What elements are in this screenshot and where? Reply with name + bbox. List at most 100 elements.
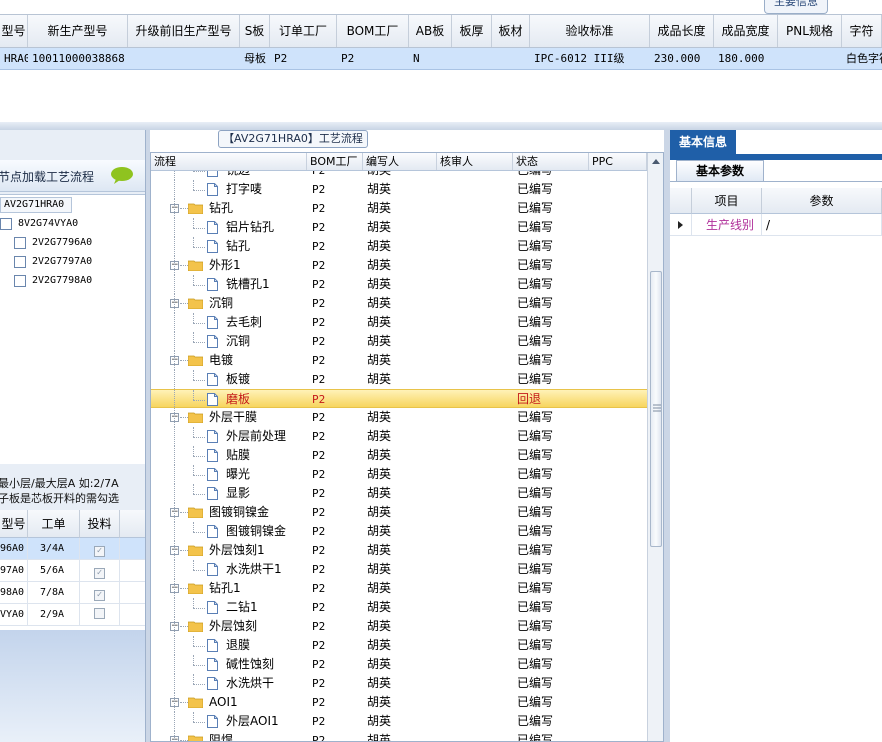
scroll-up-arrow-icon[interactable]: [651, 157, 661, 165]
tree-connector[interactable]: [193, 522, 194, 532]
tree-connector[interactable]: [193, 484, 194, 494]
sub-row-model[interactable]: VYA0: [0, 604, 28, 626]
sub-row-order[interactable]: 5/6A: [28, 560, 80, 582]
sub-row-model[interactable]: 97A0: [0, 560, 28, 582]
process-status[interactable]: 已编写: [517, 674, 553, 693]
top-cell[interactable]: 180.000: [718, 48, 778, 70]
process-name[interactable]: 磨板: [226, 390, 250, 409]
process-row[interactable]: 钻孔 P2 胡英 已编写: [151, 237, 647, 256]
process-status[interactable]: 已编写: [517, 465, 553, 484]
process-status[interactable]: 已编写: [517, 351, 553, 370]
top-col-header[interactable]: PNL规格: [778, 15, 842, 47]
tree-connector[interactable]: [174, 484, 175, 503]
process-status[interactable]: 已编写: [517, 275, 553, 294]
process-bom-factory[interactable]: P2: [312, 560, 325, 579]
process-name[interactable]: 外层前处理: [226, 427, 286, 446]
sub-row-feed[interactable]: ✓: [80, 582, 120, 604]
process-status[interactable]: 已编写: [517, 503, 553, 522]
process-bom-factory[interactable]: P2: [312, 218, 325, 237]
process-writer[interactable]: 胡英: [367, 484, 391, 503]
process-row[interactable]: − 阻焊 P2 胡英 已编写: [151, 731, 647, 741]
tree-connector[interactable]: [193, 494, 205, 495]
tree-connector[interactable]: [174, 693, 175, 712]
process-status[interactable]: 已编写: [517, 712, 553, 731]
top-col-header[interactable]: 板厚: [452, 15, 492, 47]
tree-connector[interactable]: [193, 342, 205, 343]
process-status[interactable]: 已编写: [517, 408, 553, 427]
process-row[interactable]: 二钻1 P2 胡英 已编写: [151, 598, 647, 617]
tab-basic-params[interactable]: 基本参数: [676, 160, 764, 182]
tree-connector[interactable]: [174, 731, 175, 741]
tree-connector[interactable]: [193, 608, 205, 609]
tree-connector[interactable]: [193, 190, 205, 191]
process-writer[interactable]: 胡英: [367, 636, 391, 655]
process-status[interactable]: 已编写: [517, 522, 553, 541]
process-name[interactable]: 贴膜: [226, 446, 250, 465]
process-row[interactable]: − 外层蚀刻 P2 胡英 已编写: [151, 617, 647, 636]
process-writer[interactable]: 胡英: [367, 199, 391, 218]
process-writer[interactable]: 胡英: [367, 351, 391, 370]
process-status[interactable]: 已编写: [517, 294, 553, 313]
tree-connector[interactable]: [174, 636, 175, 655]
process-bom-factory[interactable]: P2: [312, 598, 325, 617]
process-writer[interactable]: 胡英: [367, 294, 391, 313]
process-row[interactable]: − 电镀 P2 胡英 已编写: [151, 351, 647, 370]
top-col-header[interactable]: 订单工厂: [270, 15, 337, 47]
process-bom-factory[interactable]: P2: [312, 712, 325, 731]
sub-row-feed[interactable]: [80, 604, 120, 626]
process-status[interactable]: 已编写: [517, 636, 553, 655]
sub-row-model[interactable]: 98A0: [0, 582, 28, 604]
process-row[interactable]: − 外形1 P2 胡英 已编写: [151, 256, 647, 275]
tree-connector[interactable]: [174, 522, 175, 541]
process-row[interactable]: 贴膜 P2 胡英 已编写: [151, 446, 647, 465]
process-status[interactable]: 已编写: [517, 332, 553, 351]
process-row[interactable]: 去毛刺 P2 胡英 已编写: [151, 313, 647, 332]
process-col-header[interactable]: 核审人: [437, 153, 513, 170]
process-row[interactable]: 板镀 P2 胡英 已编写: [151, 370, 647, 389]
tree-node-checkbox[interactable]: [14, 237, 26, 249]
process-name[interactable]: 沉铜: [226, 332, 250, 351]
process-name[interactable]: AOI1: [209, 693, 238, 712]
process-row[interactable]: − AOI1 P2 胡英 已编写: [151, 693, 647, 712]
process-status[interactable]: 已编写: [517, 218, 553, 237]
process-bom-factory[interactable]: P2: [312, 199, 325, 218]
tree-connector[interactable]: [180, 208, 188, 209]
sub-col-header[interactable]: 型号: [0, 510, 28, 538]
tree-connector[interactable]: [174, 503, 175, 522]
process-row[interactable]: 铝片钻孔 P2 胡英 已编写: [151, 218, 647, 237]
tree-connector[interactable]: [174, 171, 175, 180]
top-col-header[interactable]: 成品宽度: [714, 15, 778, 47]
process-row[interactable]: − 图镀铜镍金 P2 胡英 已编写: [151, 503, 647, 522]
tree-node-label[interactable]: 2V2G7796A0: [32, 237, 92, 248]
process-status[interactable]: 已编写: [517, 617, 553, 636]
tree-connector[interactable]: [180, 417, 188, 418]
sub-row-order[interactable]: 3/4A: [28, 538, 80, 560]
process-bom-factory[interactable]: P2: [312, 465, 325, 484]
tree-connector[interactable]: [193, 427, 194, 437]
top-cell[interactable]: N: [413, 48, 452, 70]
process-col-header[interactable]: 流程: [151, 153, 307, 170]
top-cell[interactable]: IPC-6012 III级: [534, 48, 650, 70]
tree-connector[interactable]: [193, 636, 194, 646]
process-writer[interactable]: 胡英: [367, 465, 391, 484]
main-info-tab[interactable]: 主要信息: [764, 0, 828, 14]
process-writer[interactable]: 胡英: [367, 332, 391, 351]
tab-basic-info[interactable]: 基本信息: [670, 130, 736, 154]
process-bom-factory[interactable]: P2: [312, 171, 325, 180]
process-writer[interactable]: 胡英: [367, 655, 391, 674]
tree-node-checkbox[interactable]: [14, 256, 26, 268]
process-writer[interactable]: 胡英: [367, 617, 391, 636]
process-name[interactable]: 钻孔1: [209, 579, 241, 598]
tree-connector[interactable]: [193, 665, 205, 666]
process-name[interactable]: 图镀铜镍金: [226, 522, 286, 541]
process-writer[interactable]: 胡英: [367, 180, 391, 199]
tree-connector[interactable]: [193, 171, 205, 172]
tree-connector[interactable]: [174, 655, 175, 674]
tree-connector[interactable]: [174, 294, 175, 313]
process-status[interactable]: 已编写: [517, 237, 553, 256]
process-row[interactable]: 水洗烘干 P2 胡英 已编写: [151, 674, 647, 693]
sub-row-feed[interactable]: ✓: [80, 538, 120, 560]
tree-connector[interactable]: [193, 285, 205, 286]
tree-connector[interactable]: [180, 626, 188, 627]
tree-node-checkbox[interactable]: [0, 218, 12, 230]
